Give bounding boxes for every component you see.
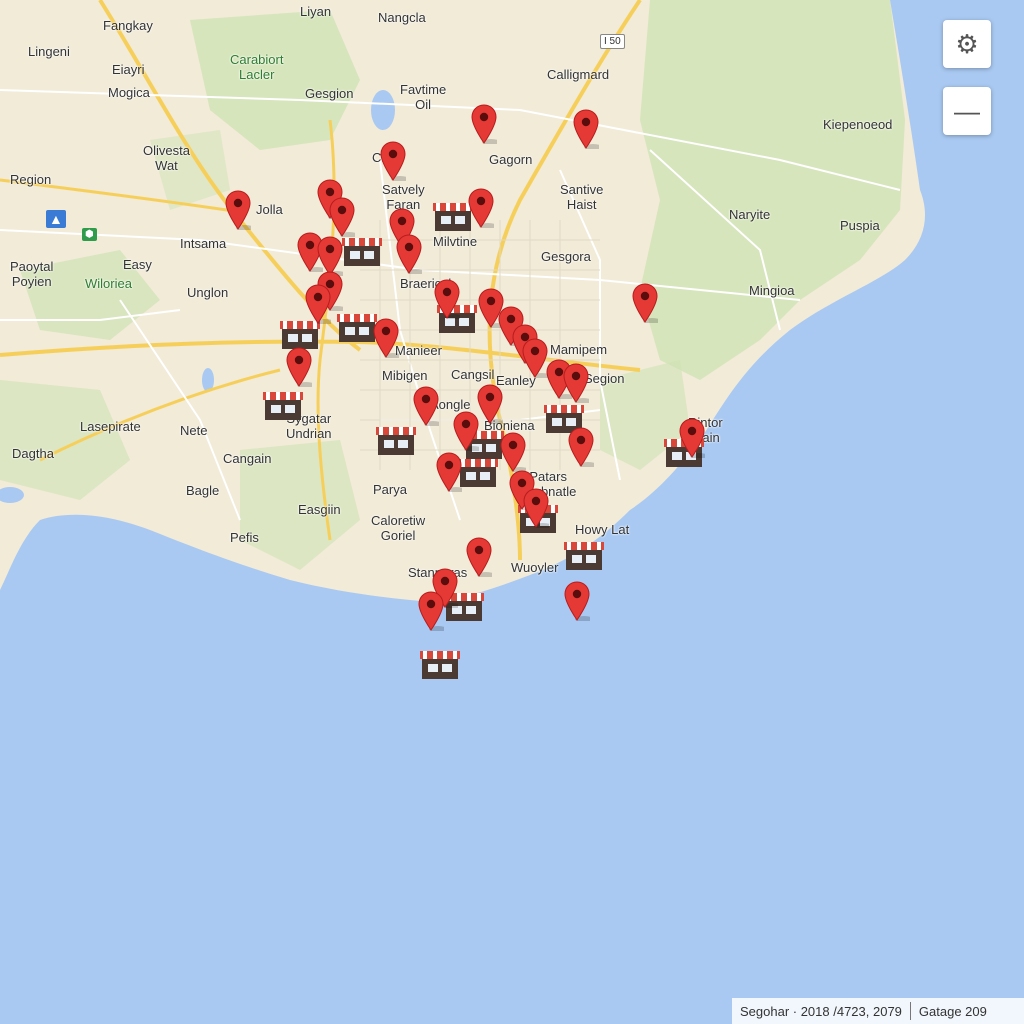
place-label: Calligmard xyxy=(547,67,610,82)
place-label: Carabiort Lacler xyxy=(230,52,284,82)
place-label: Mogica xyxy=(108,85,150,100)
place-label: Gesgora xyxy=(541,249,591,264)
place-label: Mamipem xyxy=(550,342,608,357)
zoom-out-button[interactable]: — xyxy=(943,87,991,135)
place-label: Paoytal Poyien xyxy=(10,259,54,289)
place-label: Easy xyxy=(123,257,152,272)
map-pin-icon[interactable] xyxy=(453,411,482,452)
route-marker-icon: ▲ xyxy=(46,210,66,228)
shop-marker-icon[interactable] xyxy=(420,647,460,681)
map-pin-icon[interactable] xyxy=(225,190,254,231)
map-pin-icon[interactable] xyxy=(380,141,409,182)
shop-marker-icon[interactable] xyxy=(337,310,377,344)
place-label: Nangcla xyxy=(378,10,426,25)
place-label: Liyan xyxy=(300,4,332,19)
settings-button[interactable]: ⚙ xyxy=(943,20,991,68)
map-pin-icon[interactable] xyxy=(477,384,506,425)
map-pin-icon[interactable] xyxy=(523,488,552,529)
map-pin-icon[interactable] xyxy=(434,279,463,320)
place-label: Unglon xyxy=(187,285,229,300)
place-label: Lasepirate xyxy=(80,419,141,434)
place-label: Eiayri xyxy=(112,62,145,77)
place-label: Jolla xyxy=(256,202,283,217)
map-pin-icon[interactable] xyxy=(522,338,551,379)
place-label: Mibigen xyxy=(382,368,428,383)
highway-shield: I 50 xyxy=(600,34,625,49)
shop-marker-icon[interactable] xyxy=(263,388,303,422)
attribution-text: Segohar · 2018 /4723, 2079 xyxy=(740,1003,902,1019)
place-label: Dagtha xyxy=(12,446,54,461)
place-label: Manieer xyxy=(395,343,442,358)
place-label: Cangain xyxy=(223,451,272,466)
place-label: Segion xyxy=(584,371,625,386)
place-label: Olivesta Wat xyxy=(143,143,190,173)
route-shield: ⬢ xyxy=(82,228,97,241)
place-label: Naryite xyxy=(729,207,771,222)
shop-marker-icon[interactable] xyxy=(376,423,416,457)
map-pin-icon[interactable] xyxy=(466,537,495,578)
map-pin-icon[interactable] xyxy=(373,318,402,359)
map-pin-icon[interactable] xyxy=(418,591,447,632)
place-label: Santive Haist xyxy=(560,182,604,212)
place-label: Nete xyxy=(180,423,208,438)
map-pin-icon[interactable] xyxy=(471,104,500,145)
place-label: Milvtine xyxy=(433,234,478,249)
place-label: Parya xyxy=(373,482,407,497)
map-pin-icon[interactable] xyxy=(564,581,593,622)
map-pin-icon[interactable] xyxy=(329,197,358,238)
attribution-link[interactable]: Gatage 209 xyxy=(919,1004,987,1019)
map-pin-icon[interactable] xyxy=(396,234,425,275)
map-pin-icon[interactable] xyxy=(632,283,661,324)
map-pin-icon[interactable] xyxy=(679,418,708,459)
place-label: Favtime Oil xyxy=(400,82,447,112)
map-canvas[interactable]: Fangkay Liyan Nangcla Lingeni Carabiort Lacle… xyxy=(0,0,1024,1024)
attribution-divider xyxy=(909,1002,911,1020)
map-pin-icon[interactable] xyxy=(317,236,346,277)
place-label: Wiloriea xyxy=(85,276,132,291)
shop-marker-icon[interactable] xyxy=(458,455,498,489)
place-label: Pefis xyxy=(230,530,259,545)
map-pin-icon[interactable] xyxy=(568,427,597,468)
place-label: Easgiin xyxy=(298,502,341,517)
place-label: Bagle xyxy=(186,483,220,498)
shop-marker-icon[interactable] xyxy=(564,538,604,572)
map-pin-icon[interactable] xyxy=(468,188,497,229)
place-label: Caloretiw Goriel xyxy=(371,513,426,543)
place-label: Gagorn xyxy=(489,152,533,167)
gear-icon: ⚙ xyxy=(955,28,979,59)
place-label: Puspia xyxy=(840,218,880,233)
shop-marker-icon[interactable] xyxy=(342,234,382,268)
minus-icon: — xyxy=(954,95,980,126)
place-label: Wuoyler xyxy=(511,560,559,575)
place-label: Mingioa xyxy=(749,283,795,298)
map-pin-icon[interactable] xyxy=(573,109,602,150)
map-pin-icon[interactable] xyxy=(563,363,592,404)
place-label: Cangsil xyxy=(451,367,495,382)
place-label: Lingeni xyxy=(28,44,70,59)
place-label: Gesgion xyxy=(305,86,354,101)
place-label: Region xyxy=(10,172,52,187)
place-label: Fangkay xyxy=(103,18,153,33)
place-label: Kiepenoeod xyxy=(823,117,893,132)
shop-marker-icon[interactable] xyxy=(433,199,473,233)
map-pin-icon[interactable] xyxy=(500,432,529,473)
map-pin-icon[interactable] xyxy=(413,386,442,427)
map-pin-icon[interactable] xyxy=(305,284,334,325)
map-attribution: Segohar · 2018 /4723, 2079 Gatage 209 xyxy=(732,998,1024,1024)
place-label: Howy Lat xyxy=(575,522,630,537)
place-label: Intsama xyxy=(180,236,227,251)
map-pin-icon[interactable] xyxy=(286,347,315,388)
map-pin-icon[interactable] xyxy=(436,452,465,493)
